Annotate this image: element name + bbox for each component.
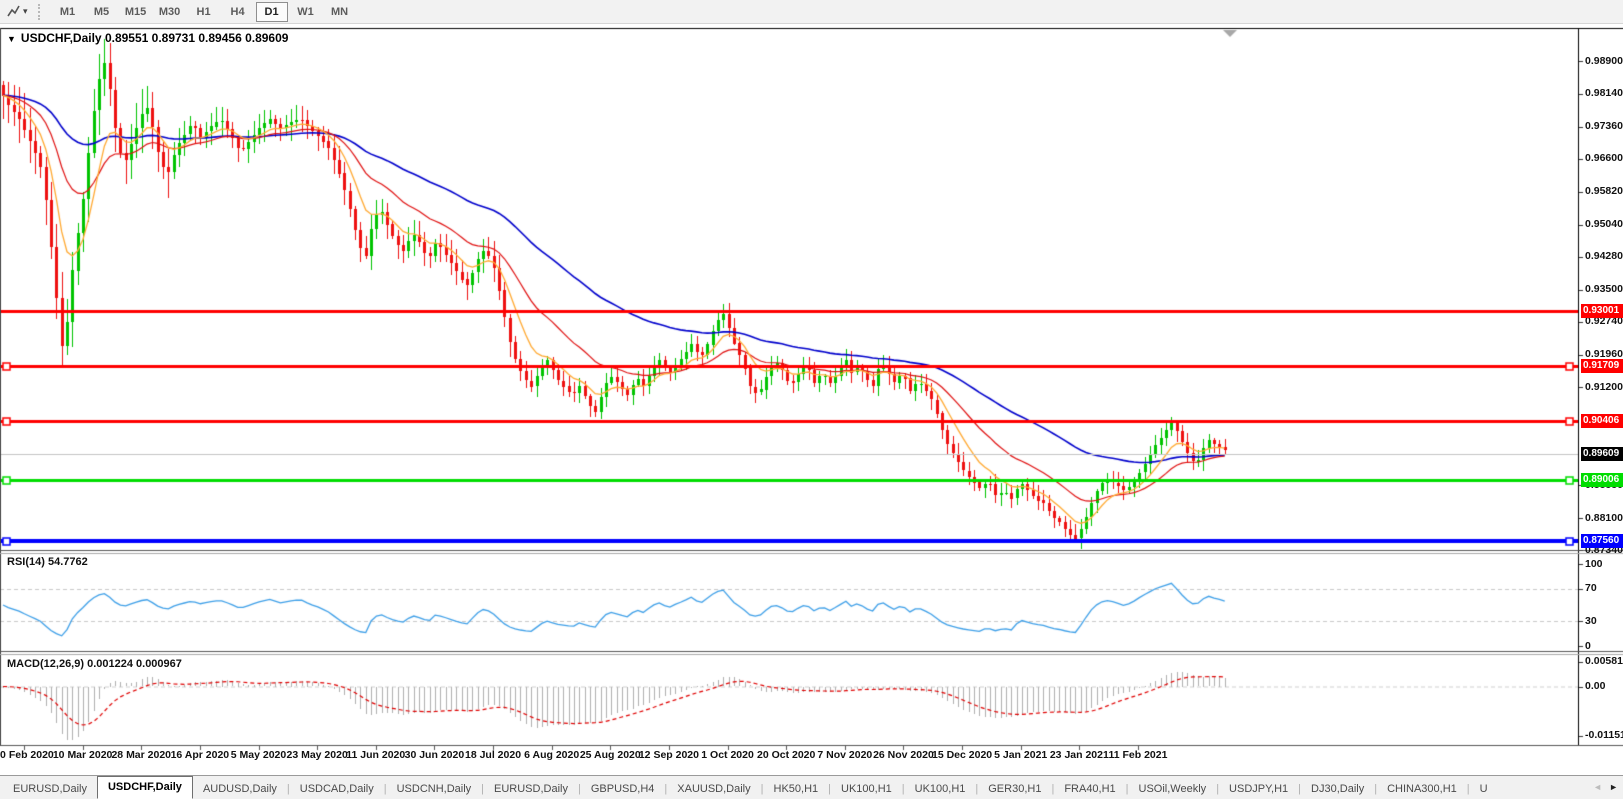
- chart-canvas[interactable]: [0, 0, 1623, 799]
- timeframe-button-m15[interactable]: M15: [120, 2, 152, 22]
- timeframe-button-m1[interactable]: M1: [52, 2, 84, 22]
- timeframe-button-w1[interactable]: W1: [290, 2, 322, 22]
- timeframe-button-mn[interactable]: MN: [324, 2, 356, 22]
- toolbar-grip-handle[interactable]: [38, 4, 43, 20]
- chart-tab-dj30-daily[interactable]: DJ30,Daily: [1301, 780, 1374, 799]
- chart-tab-gbpusd-h4[interactable]: GBPUSD,H4: [581, 780, 665, 799]
- timeframe-button-d1[interactable]: D1: [256, 2, 288, 22]
- chart-tab-uk100-h1[interactable]: UK100,H1: [905, 780, 976, 799]
- timeframe-buttons: M1M5M15M30H1H4D1W1MN: [52, 2, 358, 22]
- tab-scroll-arrows: ◄ ►: [1593, 776, 1623, 799]
- chart-tab-usdchf-daily[interactable]: USDCHF,Daily: [97, 776, 193, 799]
- tab-scroll-right-icon[interactable]: ►: [1609, 783, 1618, 792]
- chevron-down-icon[interactable]: ▾: [23, 6, 28, 17]
- chart-tab-usdcnh-daily[interactable]: USDCNH,Daily: [387, 780, 482, 799]
- timeframe-toolbar: ▾ M1M5M15M30H1H4D1W1MN: [0, 0, 1623, 24]
- chart-tab-usdcad-daily[interactable]: USDCAD,Daily: [290, 780, 384, 799]
- chart-tab-fra40-h1[interactable]: FRA40,H1: [1054, 780, 1125, 799]
- chart-tab-u[interactable]: U: [1470, 780, 1498, 799]
- mt4-window: ▾ M1M5M15M30H1H4D1W1MN ▼USDCHF,Daily 0.8…: [0, 0, 1623, 799]
- chart-tab-eurusd-daily[interactable]: EURUSD,Daily: [3, 780, 97, 799]
- tab-scroll-left-icon[interactable]: ◄: [1593, 783, 1602, 792]
- timeframe-button-m5[interactable]: M5: [86, 2, 118, 22]
- chart-tab-china300-h1[interactable]: CHINA300,H1: [1377, 780, 1467, 799]
- chart-tab-audusd-daily[interactable]: AUDUSD,Daily: [193, 780, 287, 799]
- chart-tab-usdjpy-h1[interactable]: USDJPY,H1: [1219, 780, 1298, 799]
- chart-tab-uk100-h1[interactable]: UK100,H1: [831, 780, 902, 799]
- chart-tab-xauusd-daily[interactable]: XAUUSD,Daily: [667, 780, 760, 799]
- chart-tab-bar: EURUSD,DailyUSDCHF,DailyAUDUSD,Daily|USD…: [0, 775, 1623, 799]
- timeframe-button-h4[interactable]: H4: [222, 2, 254, 22]
- chart-cursor-icon[interactable]: [4, 3, 22, 21]
- chart-tab-hk50-h1[interactable]: HK50,H1: [764, 780, 829, 799]
- chart-tab-usoil-weekly[interactable]: USOil,Weekly: [1129, 780, 1217, 799]
- chart-tab-ger30-h1[interactable]: GER30,H1: [978, 780, 1051, 799]
- chart-tabs: EURUSD,DailyUSDCHF,DailyAUDUSD,Daily|USD…: [3, 776, 1498, 799]
- timeframe-button-h1[interactable]: H1: [188, 2, 220, 22]
- chart-tab-eurusd-daily[interactable]: EURUSD,Daily: [484, 780, 578, 799]
- timeframe-button-m30[interactable]: M30: [154, 2, 186, 22]
